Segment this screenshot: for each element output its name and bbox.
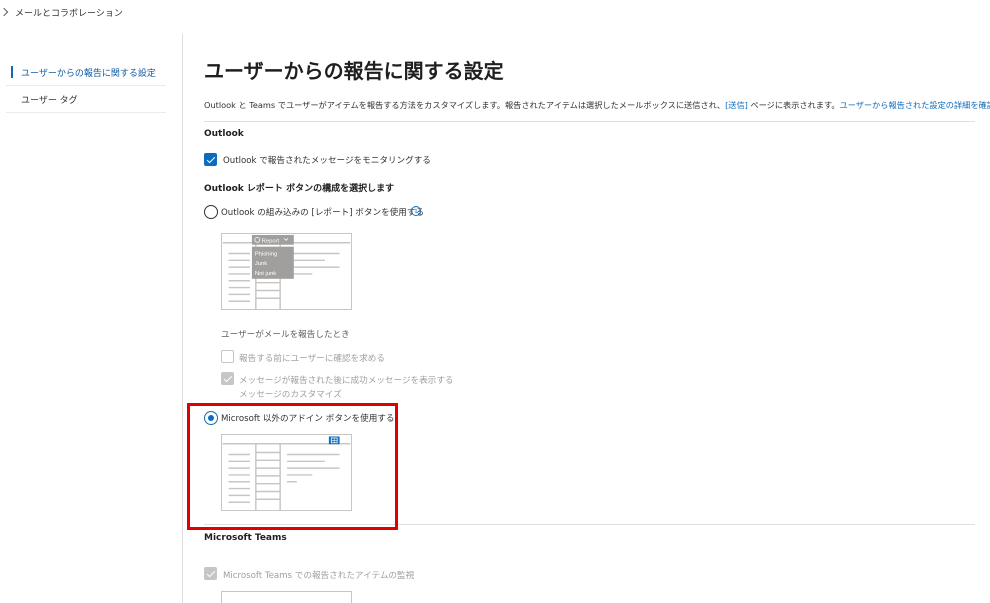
sidebar-item-label: ユーザー タグ bbox=[21, 95, 78, 106]
show-success-message-label: メッセージが報告された後に成功メッセージを表示する bbox=[239, 376, 454, 386]
submissions-link[interactable]: [送信] bbox=[725, 100, 748, 110]
description-text: Outlook と Teams でユーザーがアイテムを報告する方法をカスタマイズ… bbox=[204, 100, 726, 110]
divider bbox=[204, 121, 975, 122]
info-icon[interactable]: i bbox=[411, 206, 421, 216]
description-text-2: ページに表示されます。 bbox=[747, 100, 840, 110]
chevron-right-icon bbox=[0, 7, 9, 17]
page-title: ユーザーからの報告に関する設定 bbox=[204, 59, 504, 83]
page-description: Outlook と Teams でユーザーがアイテムを報告する方法をカスタマイズ… bbox=[204, 99, 990, 111]
confirm-before-report-label: 報告する前にユーザーに確認を求める bbox=[239, 354, 385, 364]
confirm-before-report-checkbox[interactable] bbox=[221, 350, 234, 363]
report-menu-item: Not junk bbox=[255, 271, 276, 277]
sidebar-item-user-tags[interactable]: ユーザー タグ bbox=[6, 86, 166, 113]
builtin-report-button-radio[interactable] bbox=[204, 205, 218, 219]
monitor-teams-label: Microsoft Teams での報告されたアイテムの監視 bbox=[223, 571, 415, 581]
when-reported-label: ユーザーがメールを報告したとき bbox=[221, 330, 350, 340]
report-button-text: Report bbox=[262, 238, 280, 244]
breadcrumb-link[interactable]: メールとコラボレーション bbox=[15, 6, 123, 19]
builtin-report-illustration: Report Phishing Junk Not junk bbox=[221, 233, 352, 310]
report-menu-item: Phishing bbox=[255, 251, 277, 257]
sidebar-item-label: ユーザーからの報告に関する設定 bbox=[21, 68, 156, 79]
builtin-report-button-label: Outlook の組み込みの [レポート] ボタンを使用する bbox=[221, 208, 425, 218]
breadcrumb: メールとコラボレーション bbox=[0, 4, 123, 20]
outlook-heading: Outlook bbox=[204, 129, 244, 139]
monitor-outlook-checkbox[interactable] bbox=[204, 153, 217, 166]
highlight-box bbox=[187, 403, 398, 530]
show-success-message-checkbox[interactable] bbox=[221, 372, 234, 385]
monitor-teams-checkbox[interactable] bbox=[204, 567, 217, 580]
customize-message-link[interactable]: メッセージのカスタマイズ bbox=[239, 388, 342, 400]
sidebar: ユーザーからの報告に関する設定 ユーザー タグ bbox=[0, 34, 183, 603]
teams-illustration bbox=[221, 591, 352, 603]
report-menu-item: Junk bbox=[255, 261, 267, 267]
monitor-outlook-label: Outlook で報告されたメッセージをモニタリングする bbox=[223, 156, 431, 166]
learn-more-link[interactable]: ユーザーから報告された設定の詳細を確認します。 bbox=[840, 100, 990, 110]
sidebar-item-user-reported-settings[interactable]: ユーザーからの報告に関する設定 bbox=[6, 59, 166, 86]
teams-heading: Microsoft Teams bbox=[204, 533, 287, 543]
outlook-button-config-heading: Outlook レポート ボタンの構成を選択します bbox=[204, 184, 395, 194]
